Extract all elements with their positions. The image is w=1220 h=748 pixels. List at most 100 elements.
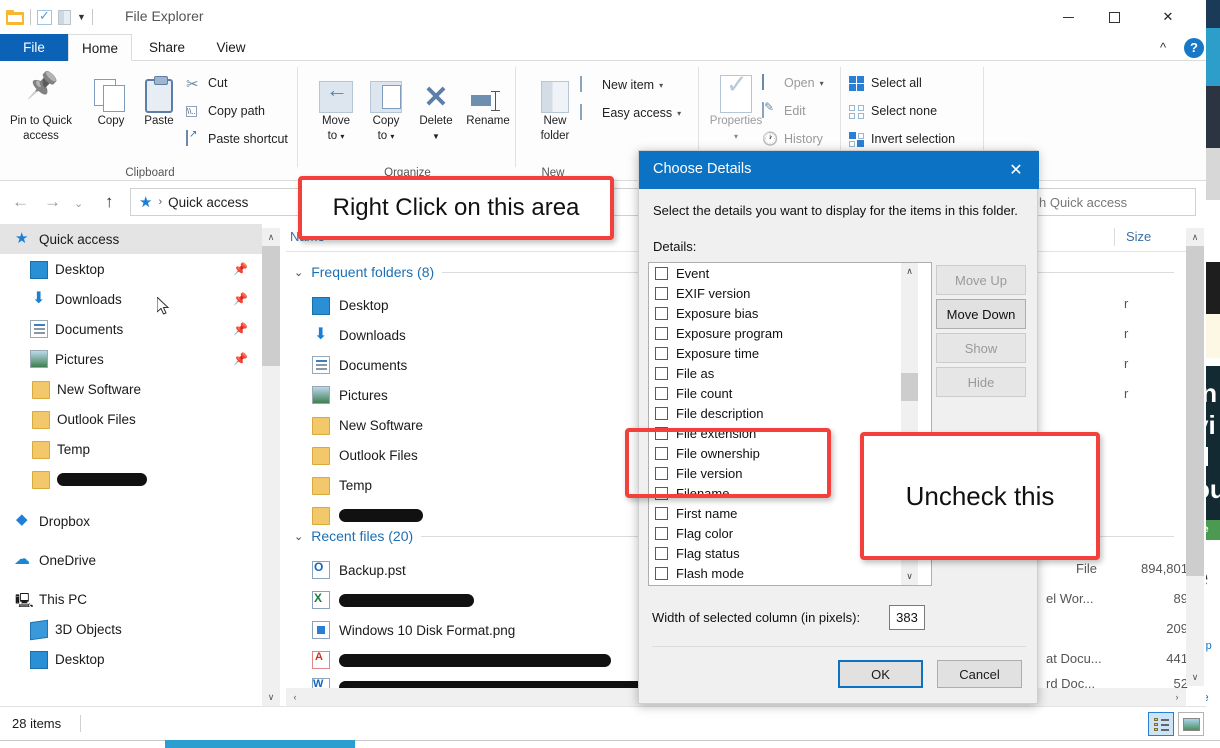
list-item[interactable]: Exposure bias [649,303,931,323]
list-item[interactable]: Exposure time [649,343,931,363]
content-pane-scrollbar[interactable]: ∧ ∨ [1186,228,1204,686]
scroll-down-icon[interactable]: ∨ [262,688,280,706]
collapse-ribbon-icon[interactable]: ^ [1160,40,1166,55]
scroll-up-icon[interactable]: ∧ [901,263,918,280]
chevron-down-icon[interactable]: ▼ [405,130,467,143]
list-item[interactable]: Pictures [312,380,388,410]
rename-button[interactable]: Rename [457,67,519,128]
pin-to-quick-access-button[interactable]: Pin to Quick access [6,67,76,143]
move-up-button[interactable]: Move Up [936,265,1026,295]
pin-icon[interactable]: 📌 [233,352,248,366]
folder-icon[interactable] [6,9,24,25]
recent-locations-button[interactable]: ⌄ [74,197,83,210]
checkbox[interactable] [655,326,668,340]
checkbox[interactable] [655,406,668,420]
column-divider[interactable] [1114,228,1115,246]
select-none-button[interactable]: Select none [849,99,937,123]
scroll-up-icon[interactable]: ∧ [1186,228,1204,246]
checkbox[interactable] [655,506,668,520]
checkbox[interactable] [655,366,668,380]
minimize-button[interactable] [1045,0,1091,34]
list-item[interactable]: EXIF version [649,283,931,303]
sidebar-item-onedrive[interactable]: OneDrive [0,545,262,575]
sidebar-item-downloads[interactable]: Downloads 📌 [0,284,262,314]
sidebar-item-pictures[interactable]: Pictures 📌 [0,344,262,374]
chevron-down-icon[interactable]: ▾ [677,109,681,118]
sidebar-item-outlook-files[interactable]: Outlook Files [0,404,262,434]
tab-view[interactable]: View [200,34,262,61]
close-button[interactable]: ✕ [1145,0,1191,34]
invert-selection-button[interactable]: Invert selection [849,127,955,151]
sidebar-item-dropbox[interactable]: Dropbox [0,506,262,536]
scroll-left-icon[interactable]: ‹ [286,688,304,706]
forward-button[interactable]: → [44,192,61,212]
sidebar-item-3d-objects[interactable]: 3D Objects [0,614,262,644]
column-header-size[interactable]: Size [1126,229,1151,244]
list-item[interactable]: File count [649,383,931,403]
dialog-close-button[interactable]: ✕ [993,151,1039,189]
sidebar-item-new-software[interactable]: New Software [0,374,262,404]
list-item[interactable] [312,645,611,675]
edit-button[interactable]: Edit [762,99,806,123]
list-item[interactable]: Exposure program [649,323,931,343]
sidebar-item-documents[interactable]: Documents 📌 [0,314,262,344]
tab-file[interactable]: File [0,34,68,61]
list-item[interactable]: Windows 10 Disk Format.png [312,615,515,645]
list-item[interactable]: Event [649,263,931,283]
pin-icon[interactable]: 📌 [233,292,248,306]
checkbox[interactable] [655,546,668,560]
sidebar-item-this-pc[interactable]: This PC [0,584,262,614]
list-item[interactable]: Temp [312,470,372,500]
show-button[interactable]: Show [936,333,1026,363]
chevron-down-icon[interactable]: ▾ [659,81,663,90]
scroll-right-icon[interactable]: › [1168,688,1186,706]
chevron-down-icon[interactable]: ▼ [77,12,86,22]
width-input[interactable]: 383 [889,605,925,630]
list-item[interactable]: File description [649,403,931,423]
chevron-down-icon[interactable]: ▾ [820,79,824,88]
list-item[interactable]: New Software [312,410,423,440]
paste-button[interactable]: Paste [128,67,190,128]
checkbox[interactable] [655,566,668,580]
pin-icon[interactable]: 📌 [233,262,248,276]
checkbox[interactable] [655,526,668,540]
sidebar-item-desktop-2[interactable]: Desktop [0,644,262,674]
list-item[interactable] [312,585,474,615]
new-item-button[interactable]: New item ▾ [580,73,663,97]
scrollbar-thumb[interactable] [901,373,918,401]
back-button[interactable]: ← [12,192,29,212]
tab-share[interactable]: Share [136,34,198,61]
sidebar-item-quick-access[interactable]: Quick access [0,224,262,254]
details-view-button[interactable] [1148,712,1174,736]
move-down-button[interactable]: Move Down [936,299,1026,329]
maximize-button[interactable] [1091,0,1137,34]
tab-home[interactable]: Home [68,34,132,61]
list-item[interactable]: Flash mode [649,563,931,583]
copy-path-button[interactable]: \\.. Copy path [186,99,265,123]
list-item[interactable]: Downloads [312,320,406,350]
scroll-down-icon[interactable]: ∨ [1186,668,1204,686]
list-item[interactable]: Outlook Files [312,440,418,470]
history-button[interactable]: History [762,127,823,151]
list-item[interactable] [312,500,423,530]
up-button[interactable]: ↑ [105,192,114,212]
taskbar-active-item[interactable] [165,740,355,748]
list-item[interactable]: Backup.pst [312,555,406,585]
sidebar-item-desktop[interactable]: Desktop 📌 [0,254,262,284]
list-item[interactable]: Desktop [312,290,389,320]
sidebar-item-redacted[interactable] [0,464,262,494]
cut-button[interactable]: Cut [186,71,227,95]
new-folder-icon[interactable] [58,9,71,25]
sidebar-item-temp[interactable]: Temp [0,434,262,464]
scrollbar-thumb[interactable] [1186,246,1204,576]
checkbox[interactable] [655,286,668,300]
large-icons-view-button[interactable] [1178,712,1204,736]
scrollbar-thumb[interactable] [262,246,280,366]
checkbox[interactable] [655,386,668,400]
chevron-down-icon[interactable]: ⌄ [294,530,303,543]
chevron-down-icon[interactable]: ⌄ [294,266,303,279]
list-item[interactable]: Documents [312,350,407,380]
checkbox[interactable] [655,346,668,360]
quick-access-toolbar[interactable]: ▼ [6,5,93,29]
navigation-pane-scrollbar[interactable]: ∧ ∨ [262,228,280,706]
